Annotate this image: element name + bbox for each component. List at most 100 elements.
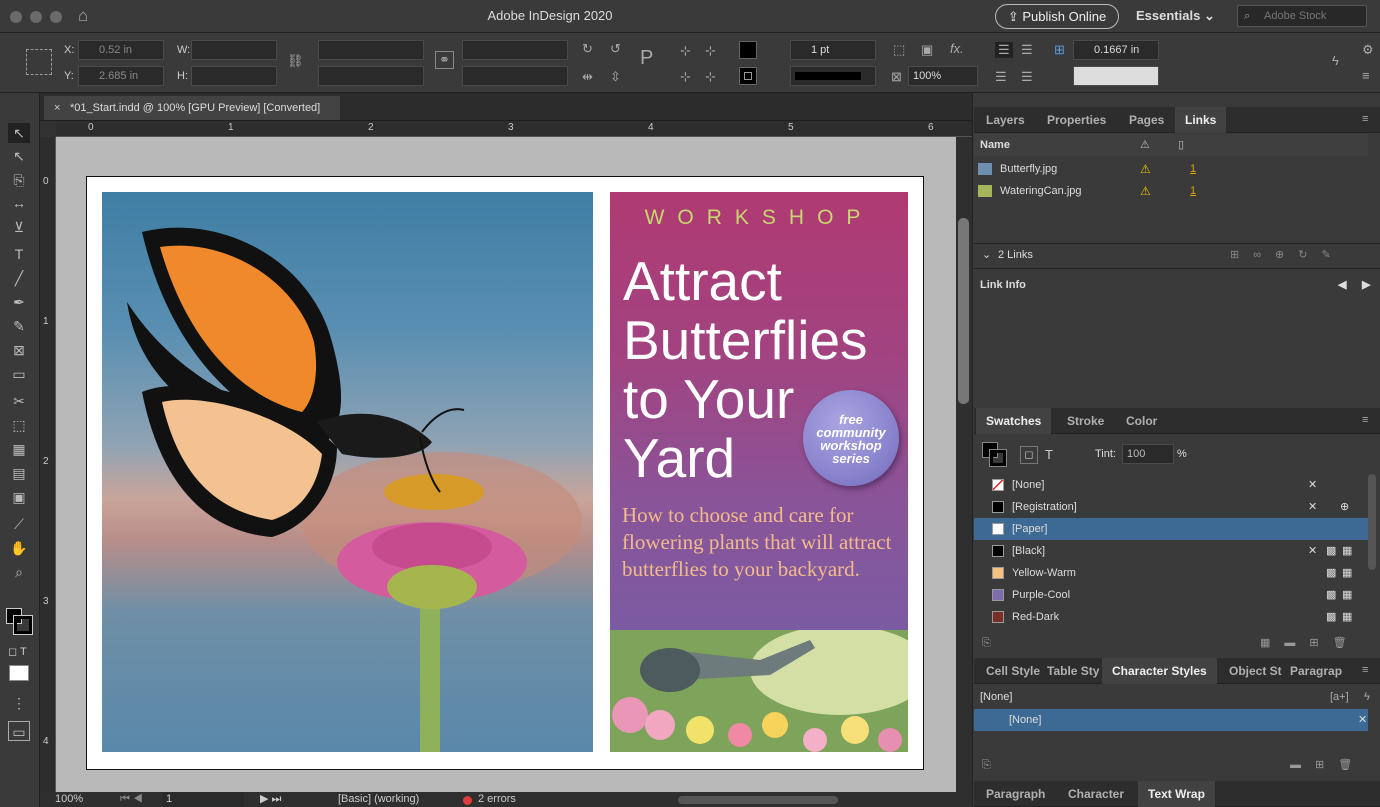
direct-selection-tool-icon[interactable]: ↖ bbox=[8, 146, 30, 166]
link-page[interactable]: 1 bbox=[1190, 158, 1196, 180]
stroke-color-icon[interactable] bbox=[13, 615, 33, 635]
page-tool-icon[interactable]: ⎘ bbox=[8, 170, 30, 190]
scale-y-field[interactable] bbox=[318, 66, 424, 86]
shear-field[interactable] bbox=[462, 66, 568, 86]
tab-properties[interactable]: Properties bbox=[1037, 107, 1116, 133]
tab-paragraph[interactable]: Paragraph bbox=[976, 781, 1055, 807]
zoom-level[interactable]: 100% bbox=[55, 792, 83, 807]
swatch-row[interactable]: Purple-Cool ▩ ▦ bbox=[974, 584, 1368, 606]
poster-text-frame[interactable]: WORKSHOP Attract Butterflies to Your Yar… bbox=[610, 192, 908, 630]
last-page-icon[interactable]: ▶ ⏭ bbox=[260, 792, 281, 807]
swatch-row-selected[interactable]: [Paper] bbox=[974, 518, 1368, 540]
tab-stroke[interactable]: Stroke bbox=[1057, 408, 1114, 434]
show-options-icon[interactable]: ⎘ bbox=[982, 632, 991, 654]
preflight-profile[interactable]: [Basic] (working) bbox=[338, 792, 419, 807]
swatch-actions-icons[interactable]: ▦▬⊞🗑 bbox=[1260, 632, 1361, 654]
column-rule-field[interactable] bbox=[1073, 66, 1159, 86]
content-collector-icon[interactable]: ⊻ bbox=[8, 217, 30, 237]
flip-vertical-icon[interactable]: ⇳ bbox=[610, 69, 621, 85]
note-tool-icon[interactable]: ▣ bbox=[8, 487, 30, 507]
stock-search-input[interactable]: ⌕ Adobe Stock bbox=[1237, 5, 1367, 27]
gap-tool-icon[interactable]: ↔ bbox=[8, 193, 30, 213]
text-swatch-icon[interactable]: T bbox=[1045, 447, 1053, 462]
rotate-ccw-icon[interactable]: ↺ bbox=[610, 41, 621, 57]
zoom-tool-icon[interactable]: ⌕ bbox=[8, 562, 30, 582]
next-icon[interactable]: ▶ bbox=[1362, 274, 1370, 296]
lightning-icon[interactable]: ϟ bbox=[1332, 53, 1339, 68]
screen-mode-icon[interactable]: ⋮ bbox=[8, 693, 30, 713]
close-tab-icon[interactable]: × bbox=[54, 96, 60, 120]
select-next-icon[interactable]: ⊹ bbox=[705, 69, 716, 85]
stroke-swatch[interactable] bbox=[739, 67, 757, 85]
link-info-header[interactable]: Link Info ◀ ▶ bbox=[974, 274, 1370, 296]
chevron-down-icon[interactable]: ⌄ bbox=[982, 244, 991, 266]
swatches-scrollbar[interactable] bbox=[1368, 474, 1376, 570]
gradient-swatch-tool-icon[interactable]: ▦ bbox=[8, 439, 30, 459]
selection-tool-icon[interactable]: ↖ bbox=[8, 123, 30, 143]
gradient-feather-tool-icon[interactable]: ▤ bbox=[8, 463, 30, 483]
spacing-field[interactable]: 0.1667 in bbox=[1073, 40, 1159, 60]
hand-tool-icon[interactable]: ✋ bbox=[8, 538, 30, 558]
type-tool-icon[interactable]: T bbox=[8, 244, 30, 264]
y-field[interactable]: 2.685 in bbox=[78, 66, 164, 86]
stroke-icon[interactable] bbox=[989, 449, 1007, 467]
watering-can-image[interactable] bbox=[610, 630, 908, 752]
tab-paragraph-styles[interactable]: Paragrap bbox=[1280, 658, 1352, 684]
align-top-icon[interactable]: ☰ bbox=[995, 42, 1013, 58]
container-icon[interactable]: ◻ bbox=[1020, 446, 1038, 464]
swatch-row[interactable]: Red-Dark ▩ ▦ bbox=[974, 606, 1368, 628]
previous-icon[interactable]: ◀ bbox=[1338, 274, 1346, 296]
rectangle-frame-tool-icon[interactable]: ⊠ bbox=[8, 340, 30, 360]
page-number-field[interactable]: 1 bbox=[162, 792, 244, 807]
butterfly-image[interactable] bbox=[102, 192, 593, 752]
lightning-icon[interactable]: ϟ bbox=[1364, 686, 1370, 708]
horizontal-scroll-thumb[interactable] bbox=[678, 796, 838, 804]
line-tool-icon[interactable]: ╱ bbox=[8, 268, 30, 288]
w-field[interactable] bbox=[191, 40, 277, 60]
pencil-tool-icon[interactable]: ✎ bbox=[8, 316, 30, 336]
select-previous-icon[interactable]: ⊹ bbox=[680, 69, 691, 85]
tab-layers[interactable]: Layers bbox=[976, 107, 1035, 133]
formatting-container-icon[interactable]: ◻ T bbox=[8, 645, 27, 658]
reference-point-icon[interactable] bbox=[26, 49, 52, 75]
gear-icon[interactable]: ⚙ bbox=[1362, 42, 1374, 58]
swatch-row[interactable]: [Registration] ✕ ⊕ bbox=[974, 496, 1368, 518]
new-style-icon[interactable]: [a+] bbox=[1330, 686, 1349, 708]
align-bottom-icon[interactable]: ☰ bbox=[995, 69, 1007, 85]
workshop-badge[interactable]: free community workshop series bbox=[803, 390, 899, 486]
workspace-switcher[interactable]: Essentials ⌄ bbox=[1136, 8, 1215, 24]
panel-menu-icon[interactable]: ≡ bbox=[1362, 414, 1368, 426]
h-field[interactable] bbox=[191, 66, 277, 86]
link-row[interactable]: WateringCan.jpg ⚠ 1 bbox=[974, 180, 1368, 202]
tab-character-styles[interactable]: Character Styles bbox=[1102, 658, 1217, 684]
drop-shadow-icon[interactable]: ▣ bbox=[921, 42, 933, 58]
select-container-icon[interactable]: ⊹ bbox=[680, 43, 691, 59]
auto-fit-icon[interactable]: ⬚ bbox=[893, 42, 905, 58]
swatch-row[interactable]: [Black] ✕ ▩ ▦ bbox=[974, 540, 1368, 562]
rotation-field[interactable] bbox=[462, 40, 568, 60]
panel-menu-icon[interactable]: ≡ bbox=[1362, 664, 1368, 676]
link-actions-icons[interactable]: ⊞∞⊕↻✎ bbox=[1230, 244, 1345, 266]
swatch-row[interactable]: [None] ✕ bbox=[974, 474, 1368, 496]
flip-horizontal-icon[interactable]: ⇹ bbox=[582, 69, 593, 85]
link-row[interactable]: Butterfly.jpg ⚠ 1 bbox=[974, 158, 1368, 180]
tab-text-wrap[interactable]: Text Wrap bbox=[1138, 781, 1215, 807]
swatch-row[interactable]: Yellow-Warm ▩ ▦ bbox=[974, 562, 1368, 584]
tab-links[interactable]: Links bbox=[1175, 107, 1227, 133]
link-icon[interactable]: ⚭ bbox=[435, 51, 454, 69]
tint-field[interactable]: 100 bbox=[1122, 444, 1174, 464]
view-mode-icon[interactable] bbox=[9, 665, 29, 681]
tab-color[interactable]: Color bbox=[1116, 408, 1167, 434]
free-transform-tool-icon[interactable]: ⬚ bbox=[8, 415, 30, 435]
tab-swatches[interactable]: Swatches bbox=[976, 408, 1052, 434]
opacity-field[interactable]: 100% bbox=[908, 66, 978, 86]
link-page[interactable]: 1 bbox=[1190, 180, 1196, 202]
preflight-errors[interactable]: 2 errors bbox=[478, 792, 516, 807]
stroke-weight-field[interactable]: 1 pt bbox=[790, 40, 876, 60]
style-actions-icons[interactable]: ▬⊞🗑 bbox=[1290, 754, 1366, 776]
publish-online-button[interactable]: ⇪ Publish Online bbox=[995, 4, 1119, 29]
tab-pages[interactable]: Pages bbox=[1119, 107, 1174, 133]
select-content-icon[interactable]: ⊹ bbox=[705, 43, 716, 59]
scissors-tool-icon[interactable]: ✂ bbox=[8, 391, 30, 411]
panel-menu-icon[interactable]: ≡ bbox=[1362, 113, 1368, 125]
